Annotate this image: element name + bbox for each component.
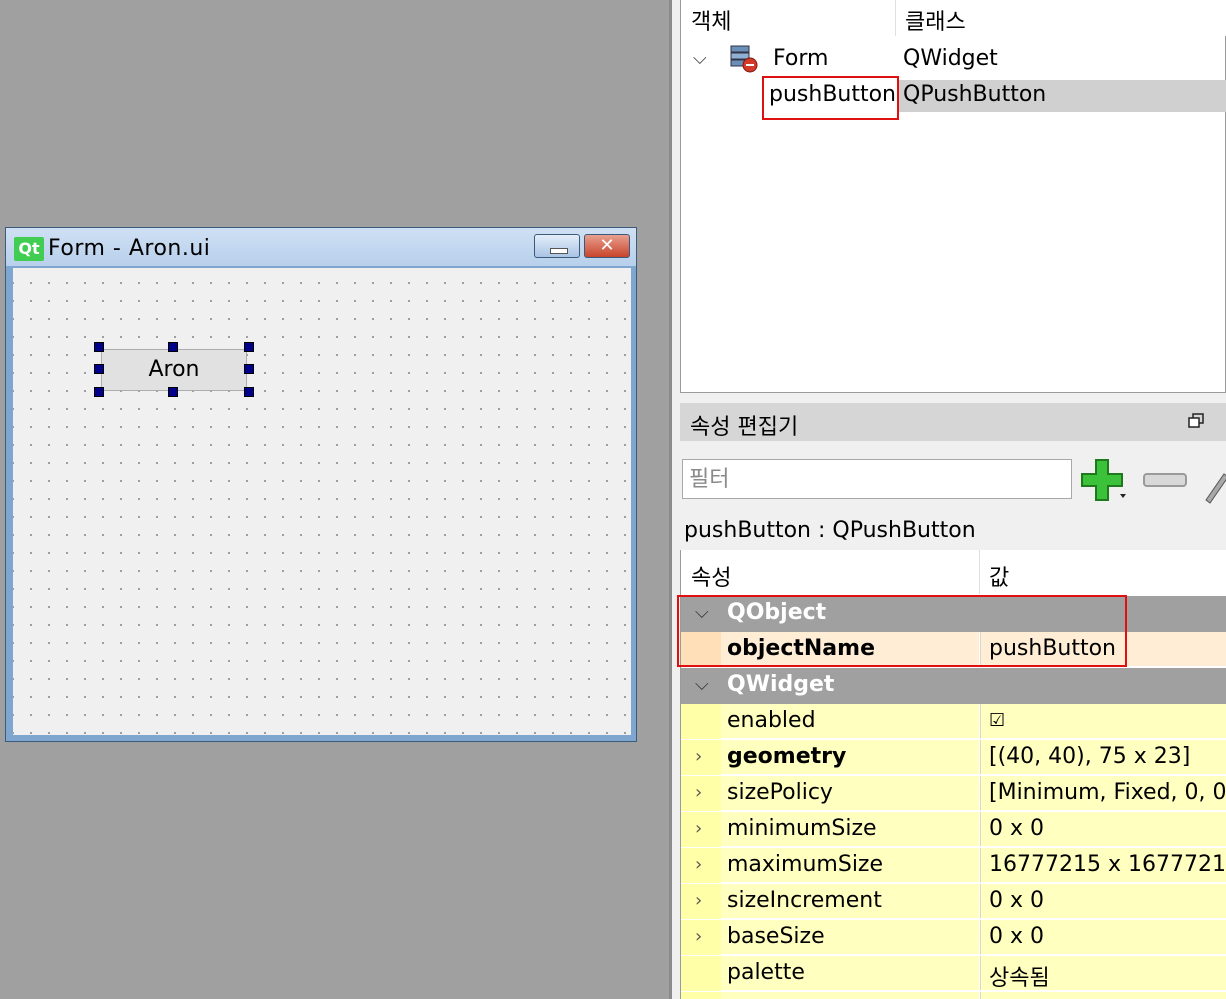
chevron-down-icon[interactable]: ⌵	[693, 48, 707, 69]
property-value[interactable]: 0 x 0	[989, 924, 1044, 949]
property-row-sizepolicy[interactable]: › sizePolicy [Minimum, Fixed, 0, 0]	[681, 776, 1226, 812]
group-row-qwidget[interactable]: ⌵ QWidget	[681, 668, 1226, 704]
property-name: minimumSize	[727, 816, 877, 841]
property-editor-titlebar: 속성 편집기	[680, 403, 1226, 441]
column-divider	[979, 550, 980, 594]
minimize-button[interactable]	[534, 234, 580, 258]
property-value-cell[interactable]: ☑	[980, 704, 1226, 739]
property-name-cell: › sizeIncrement	[681, 884, 979, 919]
property-row-enabled[interactable]: enabled ☑	[681, 704, 1226, 740]
selection-handle[interactable]	[244, 364, 254, 374]
property-value-cell[interactable]: 0 x 0	[980, 920, 1226, 955]
filter-input[interactable]	[682, 459, 1072, 499]
property-value-cell[interactable]: [(40, 40), 75 x 23]	[980, 740, 1226, 775]
property-name: palette	[727, 960, 805, 985]
property-row-maximumsize[interactable]: › maximumSize 16777215 x 16777215	[681, 848, 1226, 884]
property-name-cell: › maximumSize	[681, 848, 979, 883]
property-value[interactable]: 0 x 0	[989, 888, 1044, 913]
close-button[interactable]: ✕	[584, 234, 630, 258]
property-value-cell[interactable]: 상속됨	[980, 956, 1226, 991]
qt-logo-icon: Qt	[14, 237, 44, 261]
property-value-cell[interactable]: 0 x 0	[980, 812, 1226, 847]
property-name-cell: › geometry	[681, 740, 979, 775]
property-name: maximumSize	[727, 852, 884, 877]
aron-push-button[interactable]: Aron	[101, 349, 247, 391]
property-name: enabled	[727, 708, 816, 733]
property-row-partial	[681, 992, 1226, 999]
property-name-cell: › baseSize	[681, 920, 979, 955]
selection-handle[interactable]	[168, 342, 178, 352]
column-header-object[interactable]: 객체	[691, 4, 731, 36]
property-name: geometry	[727, 744, 847, 769]
selected-object-label: pushButton : QPushButton	[684, 518, 976, 543]
chevron-down-icon[interactable]: ⌵	[695, 674, 709, 695]
pencil-icon[interactable]	[1200, 468, 1226, 504]
form-widget-icon	[730, 45, 758, 73]
property-value[interactable]: [(40, 40), 75 x 23]	[989, 744, 1190, 769]
highlight-annotation-box	[677, 595, 1127, 667]
property-value[interactable]: 상속됨	[989, 960, 1050, 992]
form-canvas[interactable]: Aron	[13, 268, 631, 735]
property-name-cell	[681, 992, 979, 999]
selection-handle[interactable]	[244, 387, 254, 397]
property-name-cell: enabled	[681, 704, 979, 739]
tree-item-pushbutton-class[interactable]: QPushButton	[903, 82, 1046, 107]
property-value-cell[interactable]: 0 x 0	[980, 884, 1226, 919]
selection-handle[interactable]	[94, 342, 104, 352]
chevron-right-icon[interactable]: ›	[695, 926, 702, 947]
property-name-cell: palette	[681, 956, 979, 991]
property-row-palette[interactable]: palette 상속됨	[681, 956, 1226, 992]
property-value[interactable]: 0 x 0	[989, 816, 1044, 841]
add-property-icon[interactable]	[1080, 458, 1128, 504]
right-pane: 객체 클래스 ⌵ Form QWidget pushButton QPushBu…	[672, 0, 1226, 999]
remove-property-icon[interactable]	[1142, 472, 1188, 488]
property-value-cell[interactable]: 16777215 x 16777215	[980, 848, 1226, 883]
close-icon: ✕	[599, 235, 615, 256]
minimize-icon	[550, 248, 568, 254]
property-table-header: 속성 값	[681, 550, 1226, 594]
object-inspector-header: 객체 클래스	[681, 0, 1226, 36]
group-name: QWidget	[727, 672, 835, 697]
selection-handle[interactable]	[94, 364, 104, 374]
object-inspector: 객체 클래스 ⌵ Form QWidget pushButton QPushBu…	[680, 0, 1226, 393]
column-header-class[interactable]: 클래스	[905, 4, 966, 36]
chevron-right-icon[interactable]: ›	[695, 854, 702, 875]
property-value-cell[interactable]: [Minimum, Fixed, 0, 0]	[980, 776, 1226, 811]
property-row-geometry[interactable]: › geometry [(40, 40), 75 x 23]	[681, 740, 1226, 776]
property-name: baseSize	[727, 924, 825, 949]
property-name-cell: › sizePolicy	[681, 776, 979, 811]
chevron-right-icon[interactable]: ›	[695, 782, 702, 803]
column-header-property[interactable]: 속성	[691, 560, 731, 592]
property-row-basesize[interactable]: › baseSize 0 x 0	[681, 920, 1226, 956]
property-name: sizeIncrement	[727, 888, 882, 913]
property-editor-title: 속성 편집기	[690, 415, 799, 440]
property-value[interactable]: [Minimum, Fixed, 0, 0]	[989, 780, 1226, 805]
tree-item-form-name[interactable]: Form	[773, 46, 828, 71]
chevron-right-icon[interactable]: ›	[695, 890, 702, 911]
property-row-minimumsize[interactable]: › minimumSize 0 x 0	[681, 812, 1226, 848]
checkbox-checked-icon[interactable]: ☑	[989, 710, 1005, 731]
chevron-right-icon[interactable]: ›	[695, 746, 702, 767]
property-name: sizePolicy	[727, 780, 833, 805]
form-window: Qt Form - Aron.ui ✕ Aron	[5, 227, 637, 742]
column-header-value[interactable]: 값	[989, 560, 1009, 592]
property-name-cell: › minimumSize	[681, 812, 979, 847]
column-divider	[895, 0, 896, 36]
chevron-right-icon[interactable]: ›	[695, 818, 702, 839]
tree-item-form-class[interactable]: QWidget	[903, 46, 998, 71]
selection-handle[interactable]	[168, 387, 178, 397]
highlight-annotation-box	[762, 76, 899, 120]
form-title: Form - Aron.ui	[48, 236, 211, 261]
form-titlebar[interactable]: Qt Form - Aron.ui ✕	[6, 228, 636, 266]
property-value[interactable]: 16777215 x 16777215	[989, 852, 1226, 877]
selection-handle[interactable]	[94, 387, 104, 397]
float-window-icon[interactable]	[1188, 413, 1204, 429]
property-row-sizeincrement[interactable]: › sizeIncrement 0 x 0	[681, 884, 1226, 920]
property-value-cell	[980, 992, 1226, 999]
selection-handle[interactable]	[244, 342, 254, 352]
